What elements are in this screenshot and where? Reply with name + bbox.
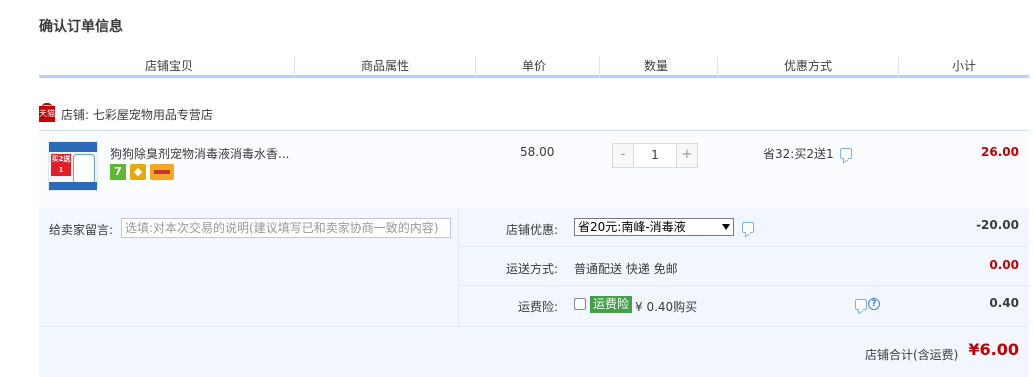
shield-guarantee-icon[interactable]: ◆: [130, 164, 146, 180]
column-divider: [475, 56, 476, 78]
shop-name-link[interactable]: 店铺: 七彩屋宠物用品专营店: [61, 106, 213, 123]
column-header-quantity: 数量: [643, 59, 668, 73]
order-table-header: 店铺宝贝 商品属性 单价 数量 优惠方式 小计: [39, 52, 1029, 78]
shop-total-label: 店铺合计(含运费): [865, 348, 959, 362]
shop-total-bar: 店铺合计(含运费) ¥6.00: [39, 326, 1029, 377]
quantity-decrease-button[interactable]: -: [613, 144, 633, 167]
column-header-promotion: 优惠方式: [783, 59, 832, 73]
shop-total-amount: ¥6.00: [968, 340, 1019, 359]
row-divider: [459, 285, 1029, 286]
shop-discount-select[interactable]: 省20元:南峰-消毒液: [574, 218, 734, 236]
insurance-checkbox[interactable]: [574, 298, 586, 310]
shop-discount-label: 店铺优惠:: [506, 223, 559, 237]
insurance-help: ?: [855, 298, 880, 310]
insurance-label: 运费险:: [518, 300, 559, 314]
shipping-method: 普通配送 快递 免邮: [574, 262, 678, 276]
cart-item-row: 买2送1 狗狗除臭剂宠物消毒液消毒水香... 7 ◆ 58.00 - 1 + 省…: [39, 130, 1029, 208]
thumbnail-promo-badge: 买2送1: [51, 154, 71, 176]
seller-message-input[interactable]: 选填:对本次交易的说明(建议填写已和卖家协商一致的内容): [121, 218, 451, 238]
chevron-down-icon: [722, 224, 730, 230]
column-header-price: 单价: [521, 59, 546, 73]
seven-day-return-icon[interactable]: 7: [110, 164, 126, 180]
shop-discount-value: -20.00: [976, 218, 1019, 232]
help-question-icon[interactable]: ?: [868, 298, 880, 310]
column-header-attributes: 商品属性: [360, 59, 409, 73]
product-thumbnail[interactable]: 买2送1: [48, 141, 98, 191]
column-divider: [599, 56, 600, 78]
message-label: 给卖家留言:: [49, 223, 114, 237]
order-options-panel: 给卖家留言: 选填:对本次交易的说明(建议填写已和卖家协商一致的内容) 店铺优惠…: [39, 208, 1029, 377]
unit-price: 58.00: [520, 145, 555, 159]
insurance-value: 0.40: [989, 296, 1019, 310]
chat-bubble-icon[interactable]: [839, 148, 852, 159]
chat-bubble-icon[interactable]: [742, 222, 754, 233]
column-divider: [294, 56, 295, 78]
shop-discount-selected: 省20元:南峰-消毒液: [578, 220, 686, 234]
credit-card-icon[interactable]: [150, 164, 174, 180]
quantity-stepper: - 1 +: [612, 143, 698, 168]
spray-bottle-graphic: [73, 154, 95, 184]
shipping-value: 0.00: [989, 258, 1019, 272]
column-divider: [717, 56, 718, 78]
product-title-link[interactable]: 狗狗除臭剂宠物消毒液消毒水香...: [110, 145, 289, 162]
promotion-info: 省32:买2送1: [763, 145, 852, 162]
shop-row: 天猫 店铺: 七彩屋宠物用品专营店: [39, 103, 213, 124]
tmall-icon: 天猫: [39, 103, 55, 122]
thumbnail-banner-bottom: [49, 182, 97, 190]
service-icons: 7 ◆: [110, 164, 174, 180]
message-pane: 给卖家留言: 选填:对本次交易的说明(建议填写已和卖家协商一致的内容): [39, 208, 459, 326]
column-header-subtotal: 小计: [951, 59, 976, 73]
column-divider: [898, 56, 899, 78]
row-divider: [459, 246, 1029, 247]
column-header-item: 店铺宝贝: [144, 59, 193, 73]
insurance-price: ¥ 0.40购买: [635, 300, 698, 314]
thumbnail-banner-top: [49, 142, 97, 152]
chat-bubble-icon[interactable]: [855, 298, 867, 310]
item-subtotal: 26.00: [981, 145, 1019, 159]
quantity-input[interactable]: 1: [633, 144, 677, 167]
promotion-text: 省32:买2送1: [763, 147, 834, 161]
page-title: 确认订单信息: [39, 19, 123, 35]
insurance-badge: 运费险: [590, 296, 633, 313]
quantity-increase-button[interactable]: +: [677, 144, 697, 167]
shipping-label: 运送方式:: [506, 262, 559, 276]
